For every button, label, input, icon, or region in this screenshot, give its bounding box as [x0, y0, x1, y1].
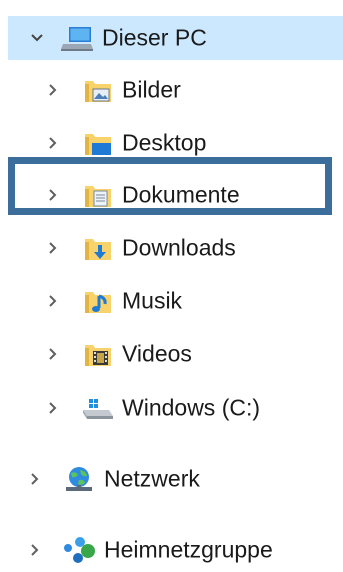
nav-item-desktop[interactable]: Desktop: [0, 121, 343, 165]
chevron-right-icon[interactable]: [46, 83, 60, 97]
nav-item-bilder[interactable]: Bilder: [0, 68, 343, 112]
nav-item-downloads[interactable]: Downloads: [0, 226, 343, 270]
chevron-right-icon[interactable]: [46, 241, 60, 255]
pictures-folder-icon: [85, 81, 111, 102]
network-icon: [66, 467, 92, 491]
nav-item-label: Bilder: [122, 76, 181, 103]
drive-icon: [83, 399, 113, 419]
chevron-right-icon[interactable]: [46, 188, 60, 202]
nav-item-musik[interactable]: Musik: [0, 279, 343, 323]
chevron-down-icon[interactable]: [30, 31, 44, 45]
nav-item-this-pc[interactable]: Dieser PC: [8, 16, 343, 60]
homegroup-icon: [64, 537, 95, 563]
downloads-folder-icon: [85, 239, 111, 260]
nav-item-label: Videos: [122, 340, 192, 367]
music-folder-icon: [85, 292, 111, 313]
nav-item-label: Musik: [122, 287, 183, 314]
chevron-right-icon[interactable]: [28, 472, 42, 486]
nav-item-heimnetzgruppe[interactable]: Heimnetzgruppe: [0, 528, 343, 572]
chevron-right-icon[interactable]: [46, 294, 60, 308]
nav-item-label: Heimnetzgruppe: [104, 536, 273, 563]
nav-item-label: Windows (C:): [122, 394, 261, 421]
documents-folder-icon: [85, 186, 111, 207]
computer-icon: [61, 27, 93, 51]
nav-item-label: Dieser PC: [102, 24, 207, 51]
nav-item-netzwerk[interactable]: Netzwerk: [0, 457, 343, 501]
desktop-folder-icon: [85, 134, 111, 155]
nav-item-dokumente[interactable]: Dokumente: [0, 173, 343, 217]
chevron-right-icon[interactable]: [46, 347, 60, 361]
navigation-pane: Dieser PC Bilder Desktop Dokumente Downl…: [0, 0, 343, 567]
nav-item-windows-c[interactable]: Windows (C:): [0, 386, 343, 430]
nav-item-label: Desktop: [122, 129, 207, 156]
nav-item-label: Netzwerk: [104, 465, 200, 492]
chevron-right-icon[interactable]: [46, 401, 60, 415]
chevron-right-icon[interactable]: [28, 543, 42, 557]
nav-item-videos[interactable]: Videos: [0, 332, 343, 376]
nav-item-label: Dokumente: [122, 181, 240, 208]
nav-item-label: Downloads: [122, 234, 236, 261]
chevron-right-icon[interactable]: [46, 136, 60, 150]
videos-folder-icon: [85, 345, 111, 366]
